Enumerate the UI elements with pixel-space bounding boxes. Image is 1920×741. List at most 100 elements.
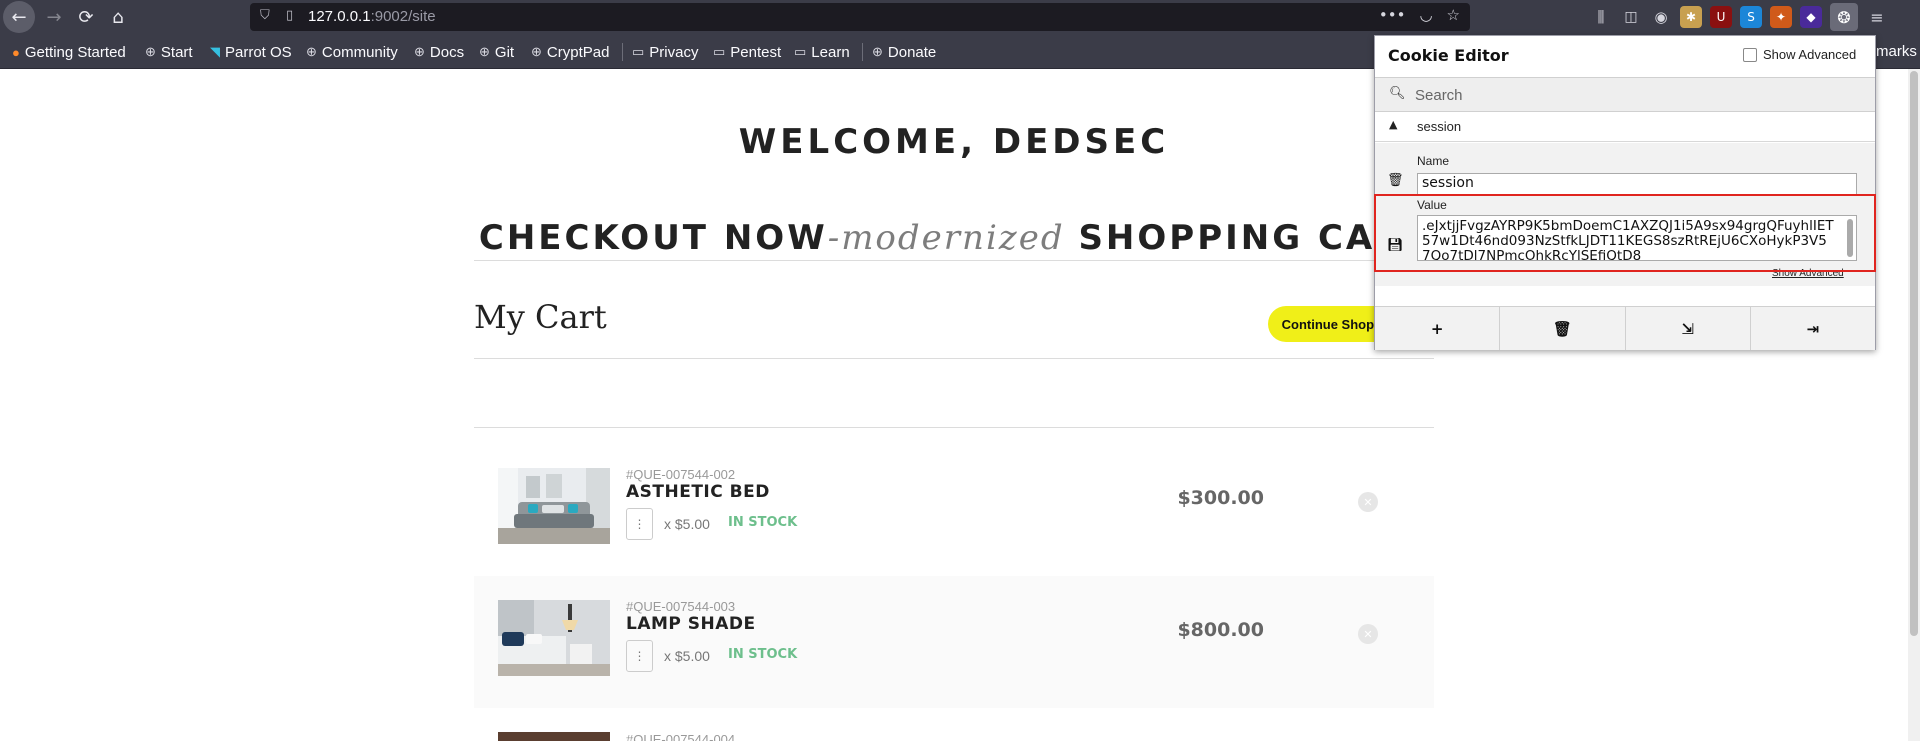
bookmark-folder-pentest[interactable]: ▭ Pentest <box>713 43 781 61</box>
globe-icon: ⊕ <box>145 44 156 59</box>
value-scrollbar[interactable] <box>1847 219 1853 257</box>
folder-icon: ▭ <box>713 44 726 59</box>
sidebar-icon[interactable]: ◫ <box>1620 6 1642 28</box>
globe-icon: ⊕ <box>872 44 883 59</box>
product-image-lamp <box>498 600 610 676</box>
tracking-shield-icon[interactable]: ⛉ <box>260 8 270 23</box>
library-icon[interactable]: ⫼ <box>1590 6 1612 28</box>
cart-item: #QUE-007544-003 LAMP SHADE ⋮ x $5.00 IN … <box>474 576 1434 708</box>
item-sku: #QUE-007544-002 <box>626 467 736 482</box>
remove-item-button[interactable]: ✕ <box>1358 492 1378 512</box>
extension-diamond-icon[interactable]: ◆ <box>1800 6 1822 28</box>
globe-icon: ⊕ <box>479 44 490 59</box>
cookie-editor-icon[interactable]: ❂ <box>1830 3 1858 31</box>
reload-button[interactable]: ⟳ <box>70 1 102 33</box>
page-actions-icon[interactable]: ••• <box>1379 6 1406 24</box>
address-bar[interactable]: ⛉ ▯ 127.0.0.1:9002/site ••• ◡ ☆ <box>250 3 1470 31</box>
page-info-icon[interactable]: ▯ <box>286 8 293 23</box>
bookmark-cryptpad[interactable]: ⊕ CryptPad <box>531 43 609 61</box>
globe-icon: ⊕ <box>414 44 425 59</box>
divider <box>474 260 1434 261</box>
item-name: LAMP SHADE <box>626 614 756 634</box>
popup-header: Cookie Editor Show Advanced <box>1375 36 1875 77</box>
bookmark-git[interactable]: ⊕ Git <box>479 43 514 61</box>
home-button[interactable]: ⌂ <box>102 1 134 33</box>
delete-all-button[interactable]: 🗑︎ <box>1500 307 1626 350</box>
cart-item: #QUE-007544-004 <box>474 708 1434 741</box>
value-label: Value <box>1417 198 1447 212</box>
name-field[interactable]: session <box>1417 173 1857 195</box>
bookmark-donate[interactable]: ⊕ Donate <box>872 43 936 61</box>
popup-title: Cookie Editor <box>1388 46 1509 65</box>
parrot-icon: ◥ <box>210 44 220 59</box>
import-icon: ⇲ <box>1681 319 1694 338</box>
folder-icon: ▭ <box>794 44 807 59</box>
item-sku: #QUE-007544-003 <box>626 599 736 614</box>
divider <box>474 427 1434 428</box>
url-text[interactable]: 127.0.0.1:9002/site <box>308 8 436 25</box>
bookmark-parrot-os[interactable]: ◥ Parrot OS <box>210 43 292 61</box>
account-icon[interactable]: ◉ <box>1650 6 1672 28</box>
plus-icon: + <box>1430 319 1444 338</box>
search-input[interactable] <box>1415 84 1855 106</box>
divider <box>474 358 1434 359</box>
bookmark-star-icon[interactable]: ☆ <box>1447 6 1460 24</box>
show-advanced-toggle[interactable]: Show Advanced <box>1743 47 1856 62</box>
quantity-stepper[interactable]: ⋮ <box>626 640 653 672</box>
remove-item-button[interactable]: ✕ <box>1358 624 1378 644</box>
popup-footer: + 🗑︎ ⇲ ⇥ <box>1375 306 1875 350</box>
bookmark-community[interactable]: ⊕ Community <box>306 43 398 61</box>
stock-status: IN STOCK <box>728 515 798 530</box>
bookmark-folder-privacy[interactable]: ▭ Privacy <box>632 43 698 61</box>
menu-icon[interactable]: ≡ <box>1866 6 1888 28</box>
extension-s-icon[interactable]: S <box>1740 6 1762 28</box>
product-image-bed <box>498 468 610 544</box>
scrollbar-thumb[interactable] <box>1910 71 1918 636</box>
cookie-row-session[interactable]: ▲ session <box>1375 112 1875 142</box>
import-button[interactable]: ⇲ <box>1626 307 1751 350</box>
back-button[interactable]: ← <box>3 1 35 33</box>
item-unit-price: x $5.00 <box>664 648 710 664</box>
foxyproxy-icon[interactable]: ✦ <box>1770 6 1792 28</box>
search-bar: 🔍︎ <box>1375 77 1875 112</box>
export-button[interactable]: ⇥ <box>1751 307 1875 350</box>
item-sku: #QUE-007544-004 <box>626 732 736 741</box>
item-name: ASTHETIC BED <box>626 482 770 502</box>
name-label: Name <box>1417 154 1450 168</box>
cookie-editor-popup: Cookie Editor Show Advanced 🔍︎ ▲ session… <box>1374 35 1876 350</box>
export-icon: ⇥ <box>1806 319 1820 338</box>
page-scrollbar[interactable] <box>1908 69 1920 741</box>
cart-item: #QUE-007544-002 ASTHETIC BED ⋮ x $5.00 I… <box>474 444 1434 576</box>
folder-icon: ▭ <box>632 44 645 59</box>
add-cookie-button[interactable]: + <box>1375 307 1501 350</box>
globe-icon: ⊕ <box>306 44 317 59</box>
item-price: $300.00 <box>1177 487 1264 509</box>
bookmark-start[interactable]: ⊕ Start <box>145 43 193 61</box>
ublock-icon[interactable]: U <box>1710 6 1732 28</box>
pocket-icon[interactable]: ◡ <box>1419 6 1432 24</box>
bookmark-folder-learn[interactable]: ▭ Learn <box>794 43 850 61</box>
cookie-edit-panel: 🗑︎ Name session 💾︎ Value .eJxtjjFvgzAYRP… <box>1375 143 1875 286</box>
trash-icon: 🗑︎ <box>1552 319 1572 338</box>
value-field[interactable]: .eJxtjjFvgzAYRP9K5bmDoemC1AXZQJ1i5A9sx94… <box>1417 215 1857 261</box>
chevron-up-icon[interactable]: ▲ <box>1389 118 1397 131</box>
forward-button[interactable]: → <box>38 1 70 33</box>
firefox-icon: ● <box>12 44 20 60</box>
welcome-heading: WELCOME, DEDSEC <box>738 122 1170 162</box>
item-price: $800.00 <box>1177 619 1264 641</box>
quantity-stepper[interactable]: ⋮ <box>626 508 653 540</box>
show-advanced-checkbox[interactable] <box>1743 47 1757 62</box>
page-headline: CHECKOUT NOW-modernized SHOPPING CART <box>478 218 1430 258</box>
extension-bug-icon[interactable]: ✱ <box>1680 6 1702 28</box>
bookmark-getting-started[interactable]: ● Getting Started <box>12 43 126 61</box>
delete-cookie-icon[interactable]: 🗑︎ <box>1387 173 1404 188</box>
item-unit-price: x $5.00 <box>664 516 710 532</box>
save-cookie-icon[interactable]: 💾︎ <box>1387 238 1404 253</box>
browser-toolbar: ← → ⟳ ⌂ ⛉ ▯ 127.0.0.1:9002/site ••• ◡ ☆ … <box>0 0 1920 34</box>
bookmark-docs[interactable]: ⊕ Docs <box>414 43 464 61</box>
show-advanced-link[interactable]: Show Advanced <box>1772 268 1844 279</box>
search-icon: 🔍︎ <box>1389 86 1406 101</box>
product-image <box>498 732 610 741</box>
globe-icon: ⊕ <box>531 44 542 59</box>
other-bookmarks[interactable]: marks <box>1876 43 1917 60</box>
